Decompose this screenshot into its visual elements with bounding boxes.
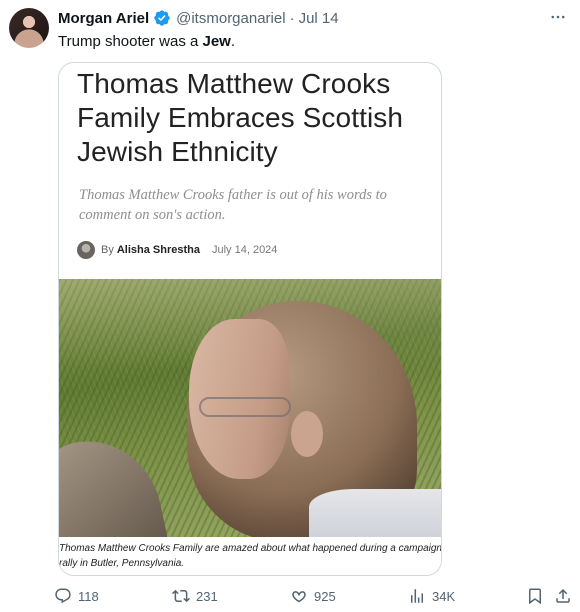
tweet-date[interactable]: Jul 14 <box>299 10 339 27</box>
article-byline: By Alisha Shrestha July 14, 2024 <box>77 240 277 260</box>
article-subtitle: Thomas Matthew Crooks father is out of h… <box>79 187 387 223</box>
like-count: 925 <box>314 588 336 604</box>
action-bar: 118 231 925 34K <box>54 584 574 608</box>
handle[interactable]: @itsmorganariel <box>176 10 285 27</box>
repost-button[interactable]: 231 <box>172 584 218 608</box>
more-icon[interactable] <box>548 9 568 25</box>
views-icon <box>411 589 423 603</box>
tweet-header: Morgan Ariel @itsmorganariel · Jul 14 <box>58 8 339 28</box>
article-date: July 14, 2024 <box>211 244 278 256</box>
bookmark-icon <box>529 588 541 605</box>
tweet-text-bold: Jew <box>202 33 231 50</box>
photo-rock <box>59 427 172 537</box>
repost-count: 231 <box>196 588 218 604</box>
reply-icon <box>55 588 71 604</box>
article-title: Thomas Matthew Crooks Family Embraces Sc… <box>77 68 404 167</box>
author-name: Alisha Shrestha <box>116 244 200 256</box>
photo-ear <box>291 411 323 457</box>
tweet-text: Trump shooter was a Jew. <box>58 32 235 52</box>
avatar[interactable] <box>9 8 49 48</box>
reply-button[interactable]: 118 <box>54 584 99 608</box>
author-avatar <box>77 241 95 259</box>
separator: · <box>289 9 295 27</box>
display-name[interactable]: Morgan Ariel <box>58 10 149 27</box>
views-button[interactable]: 34K <box>408 584 455 608</box>
tweet-text-end: . <box>230 33 236 50</box>
photo-shirt <box>309 489 441 537</box>
like-icon <box>292 591 306 603</box>
like-button[interactable]: 925 <box>290 584 336 608</box>
byline-by: By <box>101 244 114 256</box>
share-icon <box>556 588 570 603</box>
article-card[interactable]: Thomas Matthew Crooks Family Embraces Sc… <box>58 62 442 576</box>
verified-icon <box>153 9 171 27</box>
photo-glasses <box>199 397 291 417</box>
reply-count: 118 <box>78 588 99 604</box>
tweet-text-plain: Trump shooter was a <box>58 33 203 50</box>
article-photo <box>59 279 441 537</box>
share-button[interactable] <box>554 584 572 608</box>
bookmark-button[interactable] <box>526 584 544 608</box>
views-count: 34K <box>432 588 456 604</box>
photo-caption: Thomas Matthew Crooks Family are amazed … <box>59 537 441 575</box>
repost-icon <box>172 589 190 603</box>
